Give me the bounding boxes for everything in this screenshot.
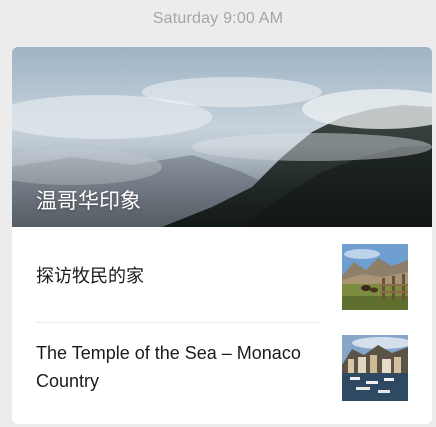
cover-article-title: 温哥华印象: [36, 189, 141, 213]
article-thumbnail: [342, 244, 408, 310]
article-item[interactable]: The Temple of the Sea – Monaco Country: [12, 322, 432, 422]
article-title: The Temple of the Sea – Monaco Country: [36, 343, 301, 391]
message-timestamp: Saturday 9:00 AM: [152, 10, 284, 27]
article-thumbnail: [342, 335, 408, 401]
cover-article[interactable]: 温哥华印象: [12, 47, 432, 227]
article-item[interactable]: 探访牧民的家: [12, 227, 432, 321]
article-title: 探访牧民的家: [36, 266, 144, 287]
news-card[interactable]: 温哥华印象 探访牧民的家 The Temple of the Sea – Mon…: [12, 47, 432, 424]
